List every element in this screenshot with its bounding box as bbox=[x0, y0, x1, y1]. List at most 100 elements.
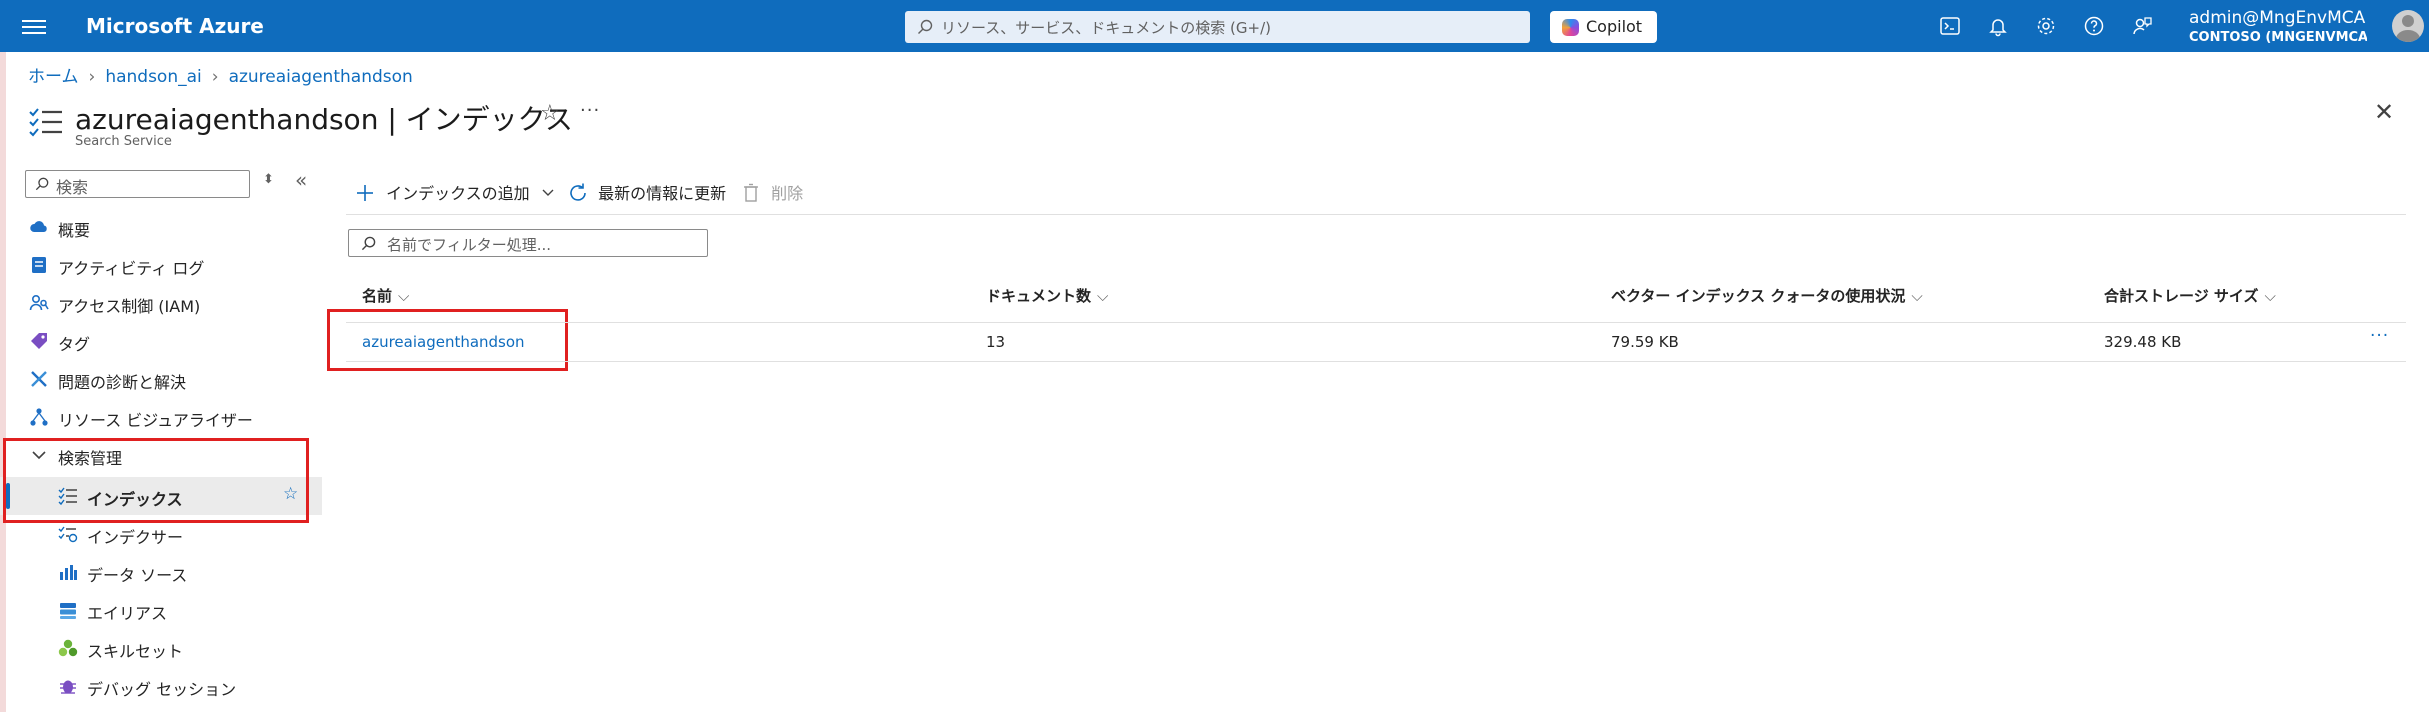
sidebar-item-label: インデクサー bbox=[87, 528, 184, 547]
divider bbox=[346, 322, 2406, 323]
chevron-down-icon: ⌵ bbox=[1911, 287, 1923, 305]
alias-icon bbox=[60, 603, 76, 619]
sidebar-item-label: エイリアス bbox=[87, 604, 168, 623]
sidebar-item-overview[interactable]: 概要 bbox=[0, 208, 322, 246]
column-header-label: 名前 bbox=[362, 287, 393, 305]
breadcrumb-resource-group[interactable]: handson_ai bbox=[105, 67, 201, 87]
page-subtitle: Search Service bbox=[75, 134, 172, 149]
delete-label: 削除 bbox=[771, 184, 804, 203]
bug-icon bbox=[60, 680, 76, 694]
add-index-label: インデックスの追加 bbox=[386, 184, 530, 203]
collapse-sidebar-icon[interactable]: « bbox=[295, 168, 307, 192]
column-header-name[interactable]: 名前 ⌵ bbox=[362, 285, 409, 306]
breadcrumb: ホーム › handson_ai › azureaiagenthandson bbox=[28, 62, 413, 87]
refresh-label: 最新の情報に更新 bbox=[598, 184, 727, 203]
copilot-label: Copilot bbox=[1586, 17, 1643, 36]
chevron-down-icon: ⌵ bbox=[398, 287, 410, 305]
column-header-label: ベクター インデックス クォータの使用状況 bbox=[1611, 287, 1906, 305]
sidebar-item-label: 問題の診断と解決 bbox=[58, 373, 187, 392]
feedback-icon[interactable] bbox=[2131, 15, 2153, 37]
document-count: 13 bbox=[986, 333, 1006, 351]
favorite-star-icon[interactable]: ☆ bbox=[540, 101, 560, 126]
avatar[interactable] bbox=[2392, 10, 2424, 42]
copilot-icon bbox=[1562, 19, 1579, 36]
name-filter-input[interactable]: 名前でフィルター処理... bbox=[348, 229, 708, 257]
search-icon bbox=[361, 236, 376, 251]
activity-log-icon bbox=[32, 257, 46, 273]
sidebar-item-label: デバッグ セッション bbox=[87, 680, 237, 699]
highlight-box bbox=[3, 438, 309, 523]
copilot-button[interactable]: Copilot bbox=[1550, 11, 1657, 43]
divider bbox=[346, 361, 2406, 362]
breadcrumb-home[interactable]: ホーム bbox=[28, 67, 79, 87]
user-name: admin@MngEnvMCA… bbox=[2189, 8, 2367, 28]
sidebar-item-tags[interactable]: タグ bbox=[0, 322, 322, 360]
storage-size: 329.48 KB bbox=[2104, 333, 2182, 351]
cloud-icon bbox=[30, 221, 47, 232]
sidebar-item-resource-visualizer[interactable]: リソース ビジュアライザー bbox=[0, 398, 322, 436]
page-title: azureaiagenthandson | インデックス bbox=[75, 103, 573, 136]
chevron-down-icon bbox=[542, 189, 554, 196]
chevron-down-icon: ⌵ bbox=[2264, 287, 2276, 305]
wrench-icon bbox=[31, 371, 47, 387]
search-icon bbox=[918, 19, 933, 34]
column-header-storage[interactable]: 合計ストレージ サイズ ⌵ bbox=[2104, 285, 2276, 306]
sidebar-search-placeholder: 検索 bbox=[56, 178, 89, 197]
sidebar-item-skillsets[interactable]: スキルセット bbox=[0, 629, 322, 667]
sidebar-item-diagnose[interactable]: 問題の診断と解決 bbox=[0, 360, 322, 398]
bell-icon[interactable] bbox=[1987, 15, 2009, 37]
sidebar-item-label: スキルセット bbox=[87, 642, 184, 661]
sidebar-item-data-sources[interactable]: データ ソース bbox=[0, 553, 322, 591]
index-list-icon bbox=[29, 108, 62, 137]
skillset-icon bbox=[58, 639, 78, 657]
sidebar-search-input[interactable]: 検索 bbox=[25, 170, 250, 198]
visualizer-icon bbox=[30, 408, 48, 426]
close-icon[interactable]: ✕ bbox=[2374, 98, 2394, 126]
column-header-label: ドキュメント数 bbox=[986, 287, 1092, 305]
filter-placeholder: 名前でフィルター処理... bbox=[387, 236, 552, 254]
delete-button[interactable]: 削除 bbox=[742, 180, 803, 204]
divider bbox=[346, 214, 2406, 215]
people-icon bbox=[29, 294, 49, 311]
trash-icon bbox=[744, 183, 758, 202]
sidebar-item-label: データ ソース bbox=[87, 566, 188, 585]
data-source-icon bbox=[60, 565, 77, 580]
breadcrumb-resource[interactable]: azureaiagenthandson bbox=[229, 67, 413, 87]
sidebar-item-label: タグ bbox=[58, 335, 91, 354]
refresh-icon bbox=[570, 183, 586, 201]
sort-updown-icon[interactable]: ⬍ bbox=[263, 172, 274, 187]
refresh-button[interactable]: 最新の情報に更新 bbox=[567, 180, 726, 204]
account-menu[interactable]: admin@MngEnvMCA… CONTOSO (MNGENVMCAP3… bbox=[2189, 8, 2367, 45]
add-index-button[interactable]: インデックスの追加 bbox=[355, 180, 555, 204]
menu-icon[interactable] bbox=[22, 16, 46, 36]
sidebar-item-activity-log[interactable]: アクティビティ ログ bbox=[0, 246, 322, 284]
sidebar-item-debug-sessions[interactable]: デバッグ セッション bbox=[0, 667, 322, 705]
vector-usage: 79.59 KB bbox=[1611, 333, 1679, 351]
tag-icon bbox=[31, 333, 47, 349]
chevron-right-icon: › bbox=[88, 67, 96, 87]
global-search-placeholder: リソース、サービス、ドキュメントの検索 (G+/) bbox=[941, 19, 1271, 37]
plus-icon bbox=[357, 185, 373, 201]
column-header-label: 合計ストレージ サイズ bbox=[2104, 287, 2259, 305]
index-name-link[interactable]: azureaiagenthandson bbox=[362, 333, 525, 351]
more-options-icon[interactable]: ··· bbox=[580, 100, 600, 121]
gear-icon[interactable] bbox=[2035, 15, 2057, 37]
sidebar-item-label: アクセス制御 (IAM) bbox=[58, 297, 201, 316]
search-icon bbox=[35, 177, 49, 191]
sidebar-item-access-control[interactable]: アクセス制御 (IAM) bbox=[0, 284, 322, 322]
sidebar-item-aliases[interactable]: エイリアス bbox=[0, 591, 322, 629]
column-header-vector-usage[interactable]: ベクター インデックス クォータの使用状況 ⌵ bbox=[1611, 285, 1923, 306]
chevron-down-icon: ⌵ bbox=[1097, 287, 1109, 305]
column-header-documents[interactable]: ドキュメント数 ⌵ bbox=[986, 285, 1108, 306]
indexer-icon bbox=[58, 526, 78, 543]
row-more-options-icon[interactable]: ··· bbox=[2370, 326, 2389, 346]
brand-title[interactable]: Microsoft Azure bbox=[86, 14, 264, 38]
top-bar: Microsoft Azure リソース、サービス、ドキュメントの検索 (G+/… bbox=[0, 0, 2429, 52]
chevron-right-icon: › bbox=[211, 67, 219, 87]
cloud-shell-icon[interactable] bbox=[1939, 15, 1961, 37]
sidebar-item-label: アクティビティ ログ bbox=[58, 259, 205, 278]
sidebar-item-label: 概要 bbox=[58, 221, 91, 240]
help-icon[interactable] bbox=[2083, 15, 2105, 37]
global-search-input[interactable]: リソース、サービス、ドキュメントの検索 (G+/) bbox=[905, 11, 1530, 43]
user-tenant: CONTOSO (MNGENVMCAP3… bbox=[2189, 30, 2367, 45]
